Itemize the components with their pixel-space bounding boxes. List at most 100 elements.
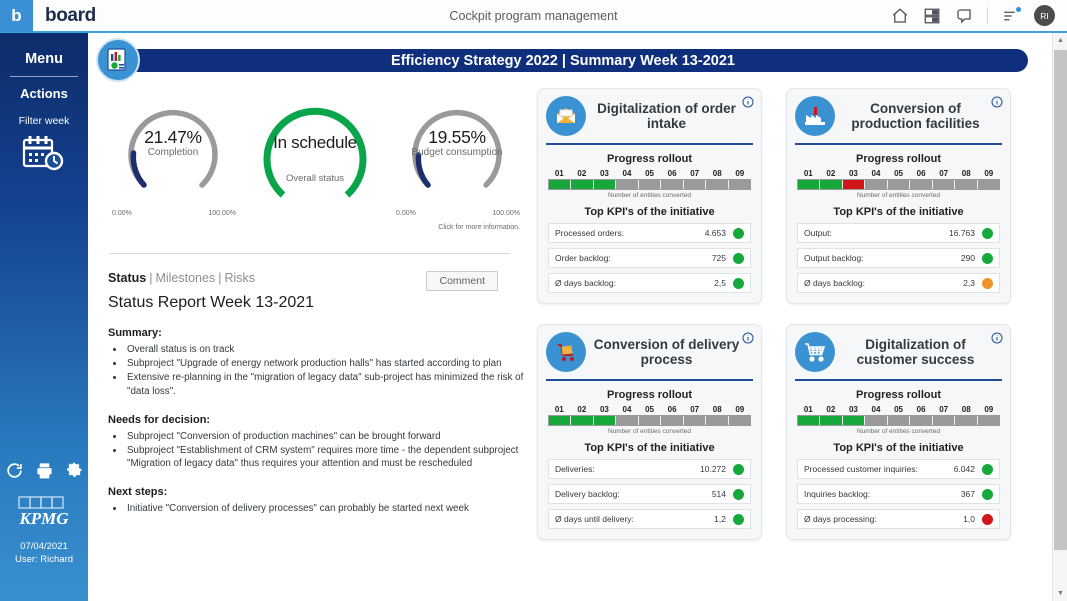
gauge-caption: Budget consumption <box>394 147 520 158</box>
status-badge <box>733 514 744 525</box>
progress-segment <box>684 180 706 189</box>
segment-label: 04 <box>865 169 888 178</box>
dashboard-content: Efficiency Strategy 2022 | Summary Week … <box>88 33 1040 601</box>
progress-segment <box>706 180 728 189</box>
info-icon[interactable] <box>991 95 1003 113</box>
card-header: Digitalization of order intake <box>538 89 761 143</box>
kpi-card-conversion-delivery-process[interactable]: Conversion of delivery process Progress … <box>537 324 762 540</box>
list-item: Initiative "Conversion of delivery proce… <box>125 502 528 516</box>
kpi-label: Deliveries: <box>555 464 595 474</box>
filter-notification-dot <box>1016 7 1021 12</box>
kpi-list: Output:16.763 Output backlog:290 Ø days ba… <box>787 223 1010 293</box>
segment-label: 02 <box>571 405 594 414</box>
kpi-row[interactable]: Processed customer inquiries:6.042 <box>797 459 1000 479</box>
kpi-card-conversion-production-facilities[interactable]: Conversion of production facilities Prog… <box>786 88 1011 304</box>
progress-segment <box>684 416 706 425</box>
segment-label: 02 <box>820 169 843 178</box>
kpi-value: 4.653 <box>705 228 726 238</box>
kpi-row[interactable]: Ø days backlog:2,3 <box>797 273 1000 293</box>
kpi-row[interactable]: Deliveries:10.272 <box>548 459 751 479</box>
kpi-section-title: Top KPI's of the initiative <box>538 206 761 218</box>
sidebar-date: 07/04/2021 <box>0 541 88 554</box>
chat-icon[interactable] <box>955 7 973 25</box>
progress-bar[interactable] <box>797 415 1000 426</box>
gauge-caption: Completion <box>110 147 236 158</box>
info-icon[interactable] <box>742 95 754 113</box>
tab-status[interactable]: Status <box>108 271 146 285</box>
progress-segment <box>639 416 661 425</box>
segment-label: 08 <box>706 405 729 414</box>
progress-note: Number of entities converted <box>787 428 1010 435</box>
segment-label: 02 <box>571 169 594 178</box>
gauge-min-label: 0.00% <box>112 210 132 217</box>
kpi-label: Output backlog: <box>804 253 864 263</box>
kpi-row[interactable]: Delivery backlog:514 <box>548 484 751 504</box>
kpi-value: 6.042 <box>954 464 975 474</box>
progress-bar[interactable] <box>797 179 1000 190</box>
kpi-row[interactable]: Inquiries backlog:367 <box>797 484 1000 504</box>
progress-segment <box>616 416 638 425</box>
scroll-down-arrow[interactable]: ▼ <box>1053 586 1067 601</box>
status-badge <box>982 514 993 525</box>
segment-label: 09 <box>978 405 1001 414</box>
kpi-card-digitalization-customer-success[interactable]: Digitalization of customer success Progr… <box>786 324 1011 540</box>
kpi-row[interactable]: Ø days until delivery:1,2 <box>548 509 751 529</box>
kpi-row[interactable]: Ø days processing:1,0 <box>797 509 1000 529</box>
sidebar-menu-label[interactable]: Menu <box>0 51 88 67</box>
kpi-row[interactable]: Output:16.763 <box>797 223 1000 243</box>
calendar-clock-icon[interactable] <box>0 133 88 173</box>
kpi-card-digitalization-order-intake[interactable]: Digitalization of order intake Progress … <box>537 88 762 304</box>
vertical-scrollbar[interactable]: ▲ ▼ <box>1052 33 1067 601</box>
kpi-row[interactable]: Processed orders:4.653 <box>548 223 751 243</box>
gear-icon[interactable] <box>65 461 84 480</box>
card-divider <box>546 379 753 381</box>
delivery-cart-icon <box>546 332 586 372</box>
progress-bar[interactable] <box>548 179 751 190</box>
kpi-section-title: Top KPI's of the initiative <box>538 442 761 454</box>
kpi-label: Order backlog: <box>555 253 611 263</box>
kpi-row[interactable]: Output backlog:290 <box>797 248 1000 268</box>
segment-label: 01 <box>797 169 820 178</box>
gauge-budget-consumption[interactable]: 19.55% Budget consumption 0.00% 100.00% … <box>394 89 520 239</box>
progress-bar[interactable] <box>548 415 751 426</box>
card-header: Conversion of production facilities <box>787 89 1010 143</box>
page-title-banner: Efficiency Strategy 2022 | Summary Week … <box>98 49 1028 72</box>
progress-segment <box>888 180 910 189</box>
gauge-overall-status[interactable]: In schedule Overall status <box>245 89 385 239</box>
kpi-value: 367 <box>961 489 975 499</box>
scrollbar-thumb[interactable] <box>1054 50 1067 550</box>
segment-label: 01 <box>548 169 571 178</box>
segment-label: 01 <box>797 405 820 414</box>
segment-label: 05 <box>887 169 910 178</box>
kpi-row[interactable]: Order backlog: 725 <box>548 248 751 268</box>
kpi-row[interactable]: Ø days backlog:2,5 <box>548 273 751 293</box>
info-icon[interactable] <box>991 331 1003 349</box>
progress-segment <box>978 180 999 189</box>
refresh-icon[interactable] <box>5 461 24 480</box>
home-icon[interactable] <box>891 7 909 25</box>
comment-button[interactable]: Comment <box>426 271 498 291</box>
info-icon[interactable] <box>742 331 754 349</box>
sidebar-actions-label: Actions <box>0 86 88 101</box>
tab-milestones[interactable]: Milestones <box>155 271 215 285</box>
mail-open-icon <box>546 96 586 136</box>
print-icon[interactable] <box>35 461 54 480</box>
kpi-value: 2,3 <box>963 278 975 288</box>
progress-title: Progress rollout <box>787 389 1010 401</box>
scroll-up-arrow[interactable]: ▲ <box>1053 33 1067 48</box>
progress-segment <box>865 180 887 189</box>
list-item: Extensive re-planning in the "migration … <box>125 371 528 399</box>
avatar[interactable]: RI <box>1034 5 1055 26</box>
filter-icon[interactable] <box>1002 7 1020 25</box>
layout-icon[interactable] <box>923 7 941 25</box>
card-header: Conversion of delivery process <box>538 325 761 379</box>
status-badge <box>982 464 993 475</box>
tab-risks[interactable]: Risks <box>224 271 255 285</box>
gauge-completion[interactable]: 21.47% Completion 0.00% 100.00% <box>110 89 236 239</box>
segment-label: 08 <box>955 169 978 178</box>
kpi-value: 16.763 <box>949 228 975 238</box>
status-badge <box>733 228 744 239</box>
segment-label: 04 <box>616 405 639 414</box>
kpi-value: 725 <box>712 253 726 263</box>
report-title: Status Report Week 13-2021 <box>108 294 528 312</box>
